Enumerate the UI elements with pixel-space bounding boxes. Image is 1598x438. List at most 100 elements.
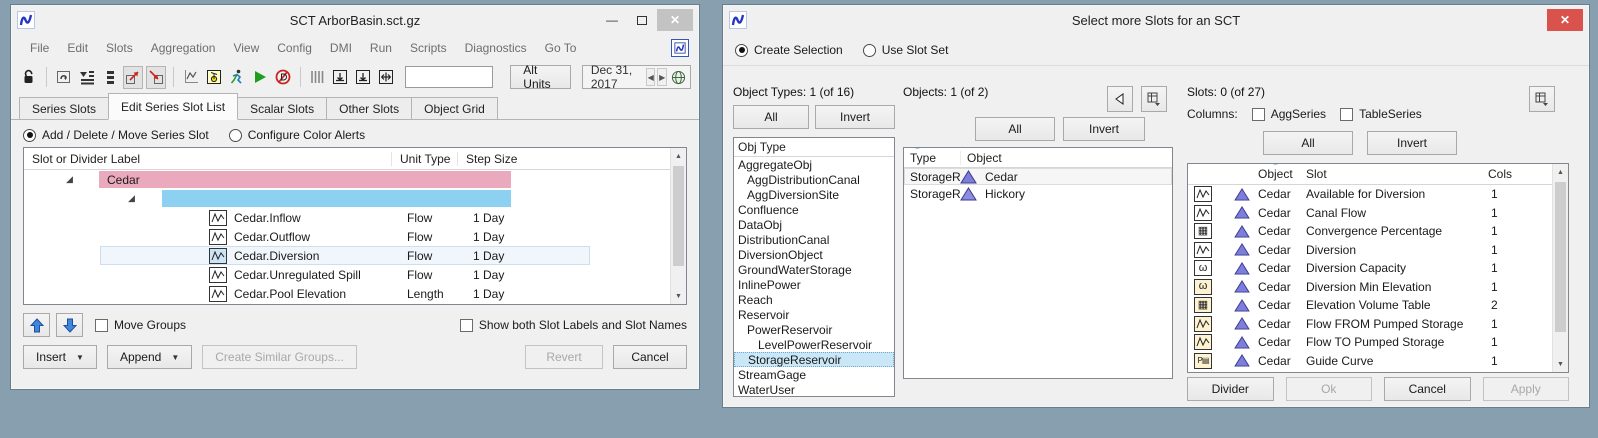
menu-file[interactable]: File [21,38,58,58]
slot-row-unregulated-spill[interactable]: Cedar.Unregulated Spill Flow 1 Day [24,265,686,284]
divider-button[interactable]: Divider [1187,377,1274,401]
group-row-sub[interactable]: ◢ [24,189,686,208]
objtype-inlinepower[interactable]: InlinePower [734,277,894,292]
objtype-reach[interactable]: Reach [734,292,894,307]
slots-scrollbar[interactable]: ▲ ▼ [1552,164,1568,372]
lock-open-icon[interactable] [19,66,39,89]
object-types-all-button[interactable]: All [733,105,809,129]
maximize-button[interactable] [627,9,657,31]
objects-column-picker-button[interactable] [1141,86,1167,112]
minimize-button[interactable]: — [597,9,627,31]
slot-row[interactable]: Cedar Available for Diversion 1 [1188,185,1568,204]
slot-row[interactable]: P▤ Cedar Guide Curve 1 [1188,352,1568,371]
column-slot[interactable]: Slot [1306,167,1327,181]
expander-icon[interactable]: ◢ [128,193,135,204]
obj-type-column-header[interactable]: Obj Type [734,138,894,157]
menu-view[interactable]: View [224,38,268,58]
plot-icon[interactable] [181,66,201,89]
slot-row[interactable]: ω Cedar Diversion Min Elevation 1 [1188,278,1568,297]
apply-button[interactable]: Apply [1483,377,1570,401]
objtype-wateruser[interactable]: WaterUser [734,382,894,397]
timestep-icon[interactable] [204,66,224,89]
slot-row[interactable]: ▦ Cedar Convergence Percentage 1 [1188,222,1568,241]
export-cell-icon[interactable] [123,66,143,89]
menu-run[interactable]: Run [361,38,401,58]
group-row-cedar[interactable]: ◢ Cedar [24,170,686,189]
cancel-button[interactable]: Cancel [1384,377,1471,401]
tab-series-slots[interactable]: Series Slots [19,97,109,119]
column-unit-type[interactable]: Unit Type [391,152,457,166]
start-run-icon[interactable] [250,66,270,89]
fit-column-width-icon[interactable] [330,66,350,89]
menu-diagnostics[interactable]: Diagnostics [456,38,536,58]
radio-configure-color-alerts[interactable]: Configure Color Alerts [229,128,365,142]
append-button[interactable]: Append ▼ [107,345,192,369]
object-row-cedar[interactable]: StorageR Cedar [904,168,1172,185]
scroll-thumb[interactable] [673,166,684,266]
close-button[interactable]: ✕ [657,9,693,31]
pivot-cell-icon[interactable] [54,66,74,89]
radio-create-selection[interactable]: Create Selection [735,43,843,57]
fit-row-height-icon[interactable] [353,66,373,89]
create-similar-groups-button[interactable]: Create Similar Groups... [202,345,357,369]
slot-row[interactable]: Cedar Canal Flow 1 [1188,204,1568,223]
dialog-titlebar[interactable]: Select more Slots for an SCT ✕ [723,5,1589,35]
goto-slot-input[interactable] [405,66,493,88]
move-down-button[interactable] [56,313,83,337]
slot-row[interactable]: ω Cedar Diversion Capacity 1 [1188,259,1568,278]
tab-object-grid[interactable]: Object Grid [411,97,498,119]
menu-slots[interactable]: Slots [97,38,142,58]
scroll-down-icon[interactable]: ▼ [1553,356,1568,372]
objtype-aggregateobj[interactable]: AggregateObj [734,157,894,172]
tab-edit-series-slot-list[interactable]: Edit Series Slot List [108,93,238,120]
objtype-aggdiversionsite[interactable]: AggDiversionSite [734,187,894,202]
expander-icon[interactable]: ◢ [66,174,73,185]
import-cell-icon[interactable] [146,66,166,89]
collapse-left-button[interactable] [1107,86,1133,112]
objtype-streamgage[interactable]: StreamGage [734,367,894,382]
radio-add-delete-move[interactable]: Add / Delete / Move Series Slot [23,128,209,142]
objects-invert-button[interactable]: Invert [1063,117,1145,141]
objtype-dataobj[interactable]: DataObj [734,217,894,232]
objtype-distributioncanal[interactable]: DistributionCanal [734,232,894,247]
show-both-labels-checkbox[interactable]: Show both Slot Labels and Slot Names [460,318,687,332]
date-prev-button[interactable]: ◀ [646,68,656,86]
menu-dmi[interactable]: DMI [321,38,361,58]
globe-icon[interactable] [671,70,686,85]
object-row-hickory[interactable]: StorageR Hickory [904,185,1172,202]
move-groups-checkbox[interactable]: Move Groups [95,318,186,332]
scroll-up-icon[interactable]: ▲ [671,148,686,164]
tab-other-slots[interactable]: Other Slots [326,97,412,119]
collapse-rows-icon[interactable] [77,66,97,89]
cancel-run-icon[interactable] [273,66,293,89]
slot-row-diversion[interactable]: Cedar.Diversion Flow 1 Day [24,246,686,265]
slot-row[interactable]: Cedar Flow FROM Pumped Storage 1 [1188,315,1568,334]
objtype-diversionobject[interactable]: DiversionObject [734,247,894,262]
run-control-icon[interactable] [227,66,247,89]
column-step-size[interactable]: Step Size [457,152,517,166]
objtype-aggdistributioncanal[interactable]: AggDistributionCanal [734,172,894,187]
close-button[interactable]: ✕ [1547,9,1583,31]
aggseries-checkbox[interactable]: AggSeries [1252,107,1326,121]
objtype-confluence[interactable]: Confluence [734,202,894,217]
slot-row[interactable]: Cedar Flow TO Pumped Storage 1 [1188,333,1568,352]
slot-row-inflow[interactable]: Cedar.Inflow Flow 1 Day [24,208,686,227]
tab-scalar-slots[interactable]: Scalar Slots [237,97,327,119]
move-up-button[interactable] [23,313,50,337]
sct-dialog-icon[interactable] [671,39,689,57]
scroll-down-icon[interactable]: ▼ [671,288,686,304]
tableseries-checkbox[interactable]: TableSeries [1340,107,1422,121]
row-list-icon[interactable] [100,66,120,89]
slot-row[interactable]: ▦ Cedar Elevation Volume Table 2 [1188,296,1568,315]
column-type[interactable]: ▲ Type [904,151,960,165]
slots-column-picker-button[interactable] [1529,86,1555,112]
slot-row-outflow[interactable]: Cedar.Outflow Flow 1 Day [24,227,686,246]
scroll-up-icon[interactable]: ▲ [1553,164,1568,180]
objtype-reservoir[interactable]: Reservoir [734,307,894,322]
ok-button[interactable]: Ok [1286,377,1373,401]
menu-aggregation[interactable]: Aggregation [142,38,225,58]
column-object[interactable]: ▲ Object [1258,167,1293,181]
revert-button[interactable]: Revert [525,345,603,369]
menu-edit[interactable]: Edit [58,38,97,58]
scroll-thumb[interactable] [1555,182,1566,332]
